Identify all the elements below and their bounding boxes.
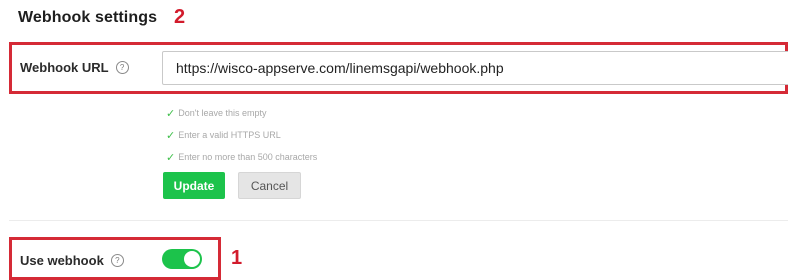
validation-rule-text: Enter no more than 500 characters [178, 152, 318, 162]
use-webhook-label: Use webhook [20, 253, 104, 268]
use-webhook-label-row: Use webhook ? [20, 253, 124, 268]
cancel-button[interactable]: Cancel [238, 172, 301, 199]
validation-rule: ✓ Don't leave this empty [166, 102, 317, 124]
validation-list: ✓ Don't leave this empty ✓ Enter a valid… [166, 102, 317, 168]
check-icon: ✓ [166, 129, 176, 142]
help-icon[interactable]: ? [115, 61, 129, 74]
update-button[interactable]: Update [163, 172, 225, 199]
annotation-number-2: 2 [174, 6, 186, 28]
check-icon: ✓ [166, 107, 176, 120]
validation-rule: ✓ Enter a valid HTTPS URL [166, 124, 317, 146]
divider [9, 220, 788, 221]
section-title: Webhook settings [18, 9, 158, 26]
check-icon: ✓ [166, 151, 176, 164]
validation-rule: ✓ Enter no more than 500 characters [166, 146, 317, 168]
webhook-url-label: Webhook URL [20, 60, 109, 75]
webhook-url-label-row: Webhook URL ? [20, 60, 129, 75]
toggle-knob [184, 251, 200, 267]
annotation-number-1: 1 [231, 247, 243, 269]
webhook-url-input[interactable] [162, 51, 788, 85]
help-icon[interactable]: ? [110, 254, 124, 267]
validation-rule-text: Enter a valid HTTPS URL [178, 130, 281, 140]
validation-rule-text: Don't leave this empty [178, 108, 267, 118]
use-webhook-toggle[interactable] [162, 249, 202, 269]
